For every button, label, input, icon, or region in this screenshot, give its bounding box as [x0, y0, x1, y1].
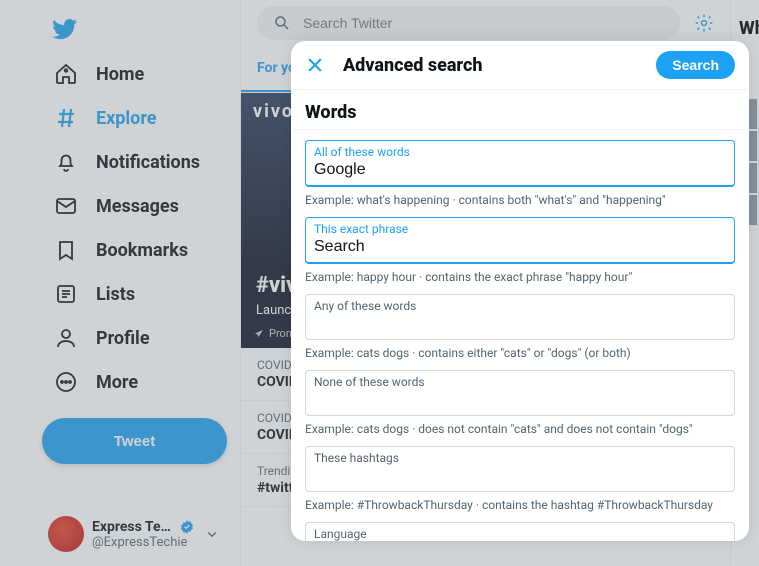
field-label: These hashtags	[314, 451, 726, 465]
field-language[interactable]: Language	[305, 522, 735, 541]
field-example: Example: cats dogs · does not contain "c…	[291, 416, 749, 436]
field-example: Example: cats dogs · contains either "ca…	[291, 340, 749, 360]
field-example: Example: what's happening · contains bot…	[291, 187, 749, 207]
hashtags-input[interactable]	[314, 465, 726, 485]
field-label: This exact phrase	[314, 222, 726, 236]
field-label: None of these words	[314, 375, 726, 389]
field-label: Any of these words	[314, 299, 726, 313]
field-label: Language	[314, 527, 726, 541]
modal-title: Advanced search	[343, 55, 638, 76]
none-words-input[interactable]	[314, 389, 726, 409]
field-hashtags[interactable]: These hashtags	[305, 446, 735, 492]
field-all-words[interactable]: All of these words	[305, 140, 735, 187]
field-exact-phrase[interactable]: This exact phrase	[305, 217, 735, 264]
field-none-words[interactable]: None of these words	[305, 370, 735, 416]
modal-body[interactable]: Words All of these words Example: what's…	[291, 90, 749, 541]
close-icon[interactable]	[305, 55, 325, 75]
exact-phrase-input[interactable]	[314, 236, 726, 256]
section-words-heading: Words	[291, 90, 749, 130]
field-label: All of these words	[314, 145, 726, 159]
field-example: Example: happy hour · contains the exact…	[291, 264, 749, 284]
all-words-input[interactable]	[314, 159, 726, 179]
advanced-search-modal: Advanced search Search Words All of thes…	[291, 41, 749, 541]
field-example: Example: #ThrowbackThursday · contains t…	[291, 492, 749, 512]
any-words-input[interactable]	[314, 313, 726, 333]
field-any-words[interactable]: Any of these words	[305, 294, 735, 340]
search-button[interactable]: Search	[656, 51, 735, 79]
